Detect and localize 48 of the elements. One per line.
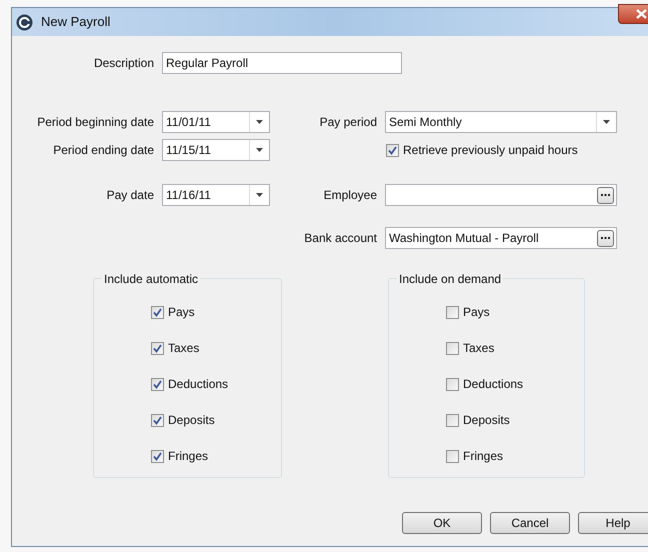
field-label: Pay date: [106, 187, 155, 204]
window-title: New Payroll: [41, 13, 110, 32]
date-field[interactable]: 11/15/11: [162, 139, 270, 161]
checkbox-label: Deductions: [463, 376, 524, 393]
close-icon: [636, 9, 646, 19]
bank-account-field[interactable]: Washington Mutual - Payroll: [385, 227, 617, 249]
checkbox[interactable]: [151, 342, 164, 354]
checkbox[interactable]: [446, 450, 459, 462]
checkbox[interactable]: [446, 378, 459, 390]
date-field[interactable]: 11/16/11: [162, 184, 270, 206]
checkbox[interactable]: [446, 414, 459, 426]
checkbox[interactable]: [151, 414, 164, 426]
pay-period-dropdown[interactable]: Semi Monthly: [385, 111, 617, 133]
checkbox-label: Retrieve previously unpaid hours: [403, 142, 578, 159]
field-label: Description: [92, 55, 155, 72]
checkbox-label: Fringes: [463, 448, 504, 465]
checkbox-label: Fringes: [168, 448, 208, 465]
checkbox[interactable]: [151, 378, 164, 390]
date-field[interactable]: 11/01/11: [162, 111, 270, 133]
checkbox[interactable]: [446, 306, 459, 318]
dialog-button[interactable]: OK: [402, 512, 482, 534]
employee-field[interactable]: [385, 184, 617, 206]
field-label: Bank account: [303, 230, 378, 247]
browse-button[interactable]: [597, 230, 614, 246]
caret-icon: [256, 120, 263, 124]
checkbox-label: Taxes: [463, 340, 494, 357]
field-label: Period ending date: [52, 142, 155, 159]
dialog-button[interactable]: Cancel: [490, 512, 570, 534]
checkbox-label: Pays: [463, 304, 490, 321]
field-label: Employee: [322, 187, 378, 204]
field-label: Period beginning date: [36, 114, 155, 131]
checkbox-label: Deposits: [463, 412, 510, 429]
description-field[interactable]: Regular Payroll: [162, 52, 402, 74]
caret-icon: [603, 120, 610, 124]
checkbox-label: Deposits: [168, 412, 215, 429]
checkbox[interactable]: [151, 450, 164, 462]
app-logo-icon: [16, 14, 33, 30]
checkbox[interactable]: [446, 342, 459, 354]
browse-button[interactable]: [597, 186, 614, 204]
dialog-button[interactable]: Help: [578, 512, 648, 534]
caret-icon: [256, 193, 263, 197]
field-label: Pay period: [318, 114, 378, 131]
checkbox[interactable]: [151, 306, 164, 318]
checkbox-label: Pays: [168, 304, 195, 321]
caret-icon: [256, 148, 263, 152]
checkbox-label: Deductions: [168, 376, 228, 393]
checkbox-label: Taxes: [168, 340, 200, 357]
checkbox[interactable]: [386, 144, 399, 156]
